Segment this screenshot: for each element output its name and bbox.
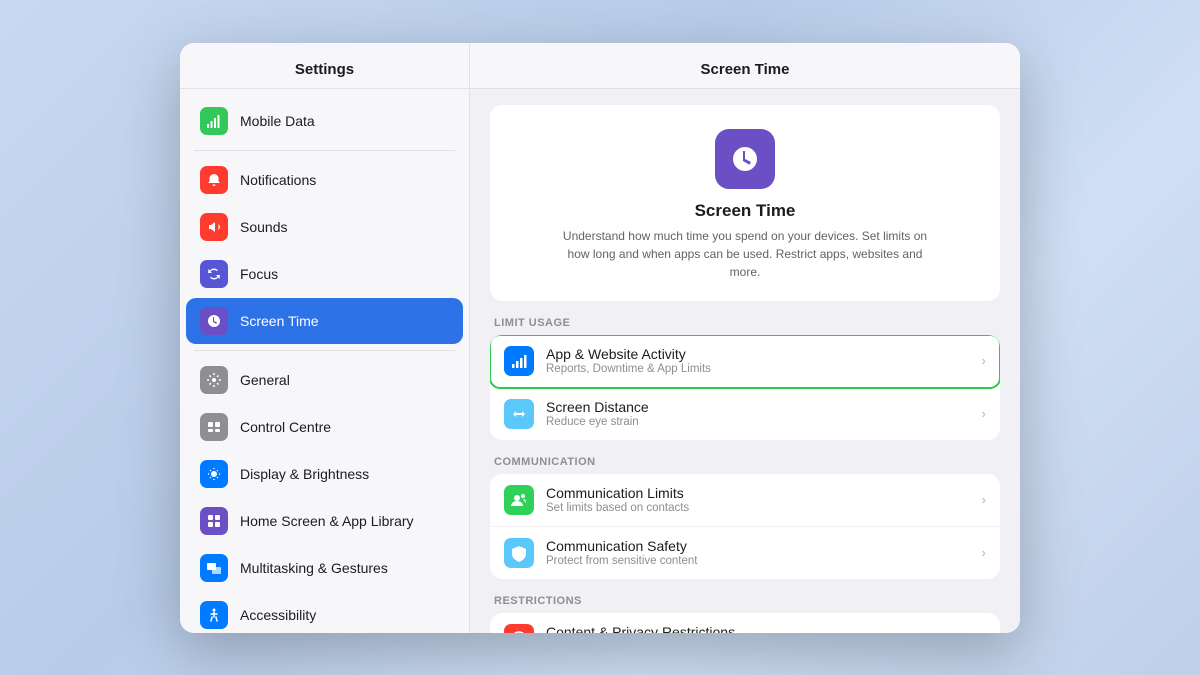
communication-safety-title: Communication Safety — [546, 538, 970, 554]
sidebar-item-accessibility[interactable]: Accessibility — [186, 592, 463, 633]
row-screen-distance[interactable]: Screen Distance Reduce eye strain › — [490, 388, 1000, 440]
row-content-privacy[interactable]: Content & Privacy Restrictions Block ina… — [490, 613, 1000, 633]
row-app-website-activity[interactable]: App & Website Activity Reports, Downtime… — [490, 335, 1000, 388]
screen-time-icon — [200, 307, 228, 335]
divider-1 — [194, 150, 455, 151]
screen-distance-chevron: › — [982, 406, 986, 421]
focus-icon — [200, 260, 228, 288]
focus-label: Focus — [240, 266, 278, 282]
communication-limits-title: Communication Limits — [546, 485, 970, 501]
main-panel: Screen Time Screen Time Understand how m… — [470, 43, 1020, 633]
sidebar-item-home-screen[interactable]: Home Screen & App Library — [186, 498, 463, 544]
hero-subtitle: Understand how much time you spend on yo… — [555, 227, 935, 281]
screen-time-label: Screen Time — [240, 313, 319, 329]
home-screen-icon — [200, 507, 228, 535]
communication-safety-subtitle: Protect from sensitive content — [546, 555, 970, 567]
section-restrictions: Content & Privacy Restrictions Block ina… — [490, 613, 1000, 633]
section-label-limit-usage: LIMIT USAGE — [490, 317, 1000, 335]
display-brightness-icon — [200, 460, 228, 488]
accessibility-label: Accessibility — [240, 607, 316, 623]
section-limit-usage: App & Website Activity Reports, Downtime… — [490, 335, 1000, 440]
screen-distance-icon — [504, 399, 534, 429]
general-label: General — [240, 372, 290, 388]
sidebar-item-control-centre[interactable]: Control Centre — [186, 404, 463, 450]
settings-window: Settings Mobile Data — [180, 43, 1020, 633]
control-centre-icon — [200, 413, 228, 441]
hero-title: Screen Time — [510, 201, 980, 221]
sidebar-item-notifications[interactable]: Notifications — [186, 157, 463, 203]
screen-distance-text: Screen Distance Reduce eye strain — [546, 399, 970, 428]
mobile-data-label: Mobile Data — [240, 113, 315, 129]
sidebar: Settings Mobile Data — [180, 43, 470, 633]
screen-distance-title: Screen Distance — [546, 399, 970, 415]
app-website-activity-text: App & Website Activity Reports, Downtime… — [546, 346, 970, 375]
communication-safety-text: Communication Safety Protect from sensit… — [546, 538, 970, 567]
home-screen-label: Home Screen & App Library — [240, 513, 414, 529]
app-website-activity-title: App & Website Activity — [546, 346, 970, 362]
hero-card: Screen Time Understand how much time you… — [490, 105, 1000, 301]
row-communication-safety[interactable]: Communication Safety Protect from sensit… — [490, 527, 1000, 579]
sidebar-item-multitasking[interactable]: Multitasking & Gestures — [186, 545, 463, 591]
section-label-restrictions: RESTRICTIONS — [490, 595, 1000, 613]
app-website-activity-subtitle: Reports, Downtime & App Limits — [546, 363, 970, 375]
content-privacy-icon — [504, 624, 534, 633]
app-website-activity-chevron: › — [982, 353, 986, 368]
content-privacy-chevron: › — [982, 631, 986, 633]
general-icon — [200, 366, 228, 394]
divider-2 — [194, 350, 455, 351]
communication-limits-chevron: › — [982, 492, 986, 507]
app-website-activity-icon — [504, 346, 534, 376]
display-brightness-label: Display & Brightness — [240, 466, 369, 482]
screen-distance-subtitle: Reduce eye strain — [546, 416, 970, 428]
sidebar-item-focus[interactable]: Focus — [186, 251, 463, 297]
main-content: Screen Time Understand how much time you… — [470, 89, 1020, 633]
communication-safety-chevron: › — [982, 545, 986, 560]
sidebar-item-mobile-data[interactable]: Mobile Data — [186, 98, 463, 144]
mobile-data-icon — [200, 107, 228, 135]
content-privacy-text: Content & Privacy Restrictions Block ina… — [546, 624, 970, 633]
multitasking-icon — [200, 554, 228, 582]
communication-limits-subtitle: Set limits based on contacts — [546, 502, 970, 514]
communication-safety-icon — [504, 538, 534, 568]
notifications-icon — [200, 166, 228, 194]
sounds-label: Sounds — [240, 219, 287, 235]
sidebar-item-general[interactable]: General — [186, 357, 463, 403]
control-centre-label: Control Centre — [240, 419, 331, 435]
row-communication-limits[interactable]: Communication Limits Set limits based on… — [490, 474, 1000, 527]
sidebar-item-screen-time[interactable]: Screen Time — [186, 298, 463, 344]
sounds-icon — [200, 213, 228, 241]
content-privacy-title: Content & Privacy Restrictions — [546, 624, 970, 633]
communication-limits-icon — [504, 485, 534, 515]
communication-limits-text: Communication Limits Set limits based on… — [546, 485, 970, 514]
notifications-label: Notifications — [240, 172, 316, 188]
section-communication: Communication Limits Set limits based on… — [490, 474, 1000, 579]
section-label-communication: COMMUNICATION — [490, 456, 1000, 474]
sidebar-title: Settings — [180, 43, 469, 89]
sidebar-item-display-brightness[interactable]: Display & Brightness — [186, 451, 463, 497]
sidebar-item-sounds[interactable]: Sounds — [186, 204, 463, 250]
accessibility-icon — [200, 601, 228, 629]
main-title: Screen Time — [470, 43, 1020, 89]
hero-icon — [715, 129, 775, 189]
multitasking-label: Multitasking & Gestures — [240, 560, 388, 576]
sidebar-list: Mobile Data Notifications Sounds — [180, 89, 469, 633]
